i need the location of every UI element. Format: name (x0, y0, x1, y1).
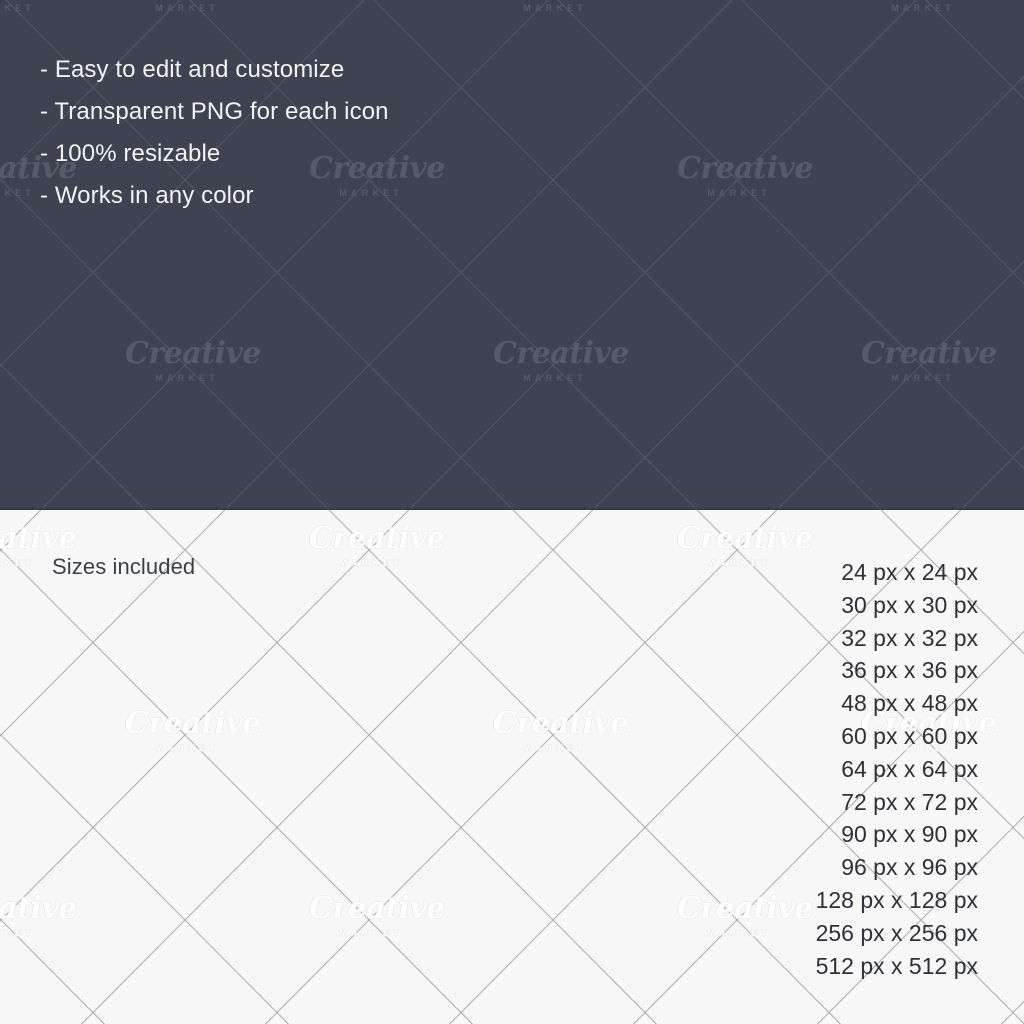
watermark-script-text: Creative (0, 521, 77, 556)
feature-item: - Easy to edit and customize (40, 56, 345, 83)
watermark-sub-text: MARKET (891, 373, 955, 383)
watermark-sub-text: MARKET (155, 3, 219, 13)
watermark-sub-text: MARKET (523, 3, 587, 13)
watermark-script-text: Creative (677, 891, 813, 926)
watermark-sub-text: MARKET (339, 558, 403, 568)
watermark-script-text: Creative (0, 891, 77, 926)
feature-item: - 100% resizable (40, 140, 221, 167)
size-item: 512 px x 512 px (815, 952, 978, 979)
size-item: 256 px x 256 px (815, 919, 978, 946)
artboard: Creative MARKET Creative MARKET Creative… (0, 0, 1024, 1024)
feature-list: - Easy to edit and customize - Transpare… (40, 58, 389, 226)
watermark-sub-text: MARKET (155, 373, 219, 383)
size-item: 90 px x 90 px (841, 821, 978, 848)
size-item: 96 px x 96 px (841, 854, 978, 881)
size-item: 64 px x 64 px (841, 755, 978, 782)
watermark-sub-text: MARKET (523, 373, 587, 383)
watermark-script-text: Creative (677, 151, 813, 186)
watermark-sub-text: MARKET (707, 188, 771, 198)
size-item: 72 px x 72 px (841, 788, 978, 815)
watermark-script-text: Creative (677, 521, 813, 556)
watermark-script-text: Creative (309, 521, 445, 556)
watermark-script-text: Creative (125, 706, 261, 741)
watermark-script-text: Creative (309, 891, 445, 926)
size-item: 48 px x 48 px (841, 690, 978, 717)
watermark-script-text: Creative (861, 336, 997, 371)
size-item: 32 px x 32 px (841, 624, 978, 651)
watermark-sub-text: MARKET (891, 3, 955, 13)
watermark-script-text: Creative (493, 336, 629, 371)
size-item: 36 px x 36 px (841, 657, 978, 684)
feature-item: - Works in any color (40, 182, 254, 209)
watermark-sub-text: MARKET (339, 928, 403, 938)
watermark-script-text: Creative (125, 336, 261, 371)
sizes-included-heading: Sizes included (52, 554, 196, 579)
watermark-sub-text: MARKET (707, 928, 771, 938)
watermark-sub-text: MARKET (155, 743, 219, 753)
watermark-sub-text: MARKET (707, 558, 771, 568)
size-item: 128 px x 128 px (815, 886, 978, 913)
watermark-sub-text: MARKET (523, 743, 587, 753)
features-panel: Creative MARKET Creative MARKET Creative… (0, 0, 1024, 510)
size-item: 24 px x 24 px (841, 559, 978, 585)
feature-item: - Transparent PNG for each icon (40, 98, 389, 125)
watermark-sub-text: MARKET (0, 928, 35, 938)
watermark-script-text: Creative (493, 706, 629, 741)
watermark-sub-text: MARKET (0, 3, 35, 13)
size-item: 30 px x 30 px (841, 591, 978, 618)
sizes-list: 24 px x 24 px 30 px x 30 px 32 px x 32 p… (816, 556, 978, 982)
size-item: 60 px x 60 px (841, 722, 978, 749)
